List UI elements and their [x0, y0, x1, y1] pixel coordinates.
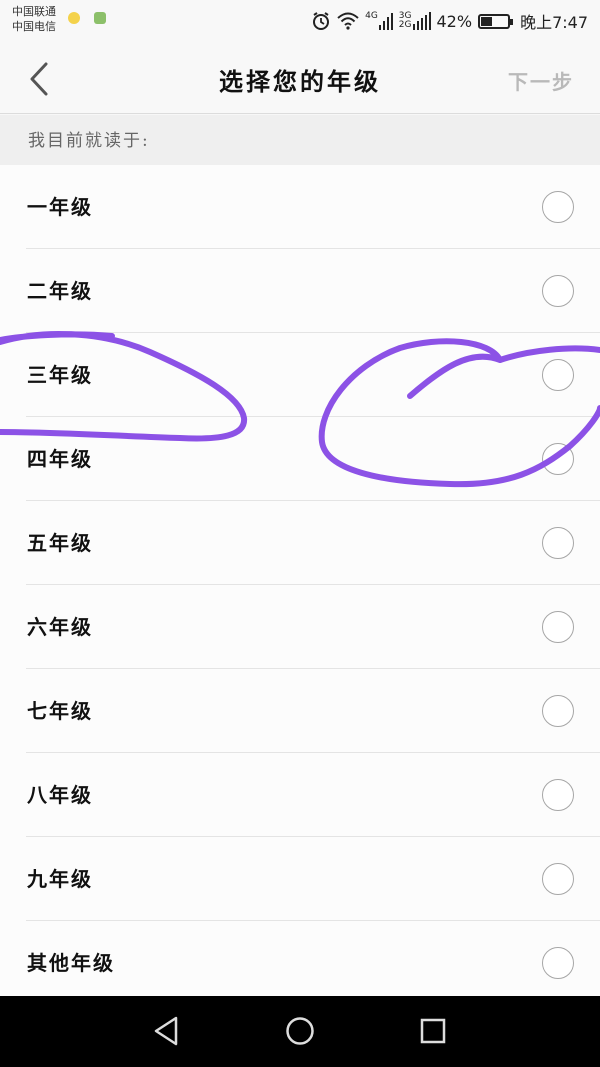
- grade-label: 一年级: [27, 195, 93, 219]
- carrier-2: 中国电信: [12, 20, 56, 33]
- nav-header: 选择您的年级 下一步: [0, 44, 600, 114]
- recents-square-icon[interactable]: [416, 1014, 450, 1048]
- wifi-icon: [337, 12, 359, 30]
- radio-button[interactable]: [542, 443, 574, 475]
- back-triangle-icon[interactable]: [150, 1014, 184, 1048]
- grade-label: 其他年级: [27, 951, 115, 975]
- grade-list: 一年级 二年级 三年级 四年级 五年级 六年级 七年级 八年级 九年级 其他年级: [0, 165, 600, 1005]
- grade-option-7[interactable]: 七年级: [0, 669, 600, 753]
- signal-icon-2: [412, 12, 431, 30]
- alarm-icon: [313, 12, 330, 30]
- radio-button[interactable]: [542, 611, 574, 643]
- grade-option-9[interactable]: 九年级: [0, 837, 600, 921]
- radio-button[interactable]: [542, 275, 574, 307]
- carrier-names: 中国联通 中国电信: [12, 4, 56, 34]
- grade-label: 九年级: [27, 867, 93, 891]
- grade-label: 二年级: [27, 279, 93, 303]
- grade-option-6[interactable]: 六年级: [0, 585, 600, 669]
- clock: 晚上7:47: [520, 13, 588, 32]
- home-circle-icon[interactable]: [283, 1014, 317, 1048]
- radio-button[interactable]: [542, 191, 574, 223]
- next-button[interactable]: 下一步: [508, 66, 574, 95]
- radio-button[interactable]: [542, 527, 574, 559]
- grade-option-5[interactable]: 五年级: [0, 501, 600, 585]
- section-caption: 我目前就读于:: [0, 115, 600, 165]
- yellow-dot-icon: [68, 12, 80, 24]
- grade-option-2[interactable]: 二年级: [0, 249, 600, 333]
- battery-icon: [478, 13, 514, 29]
- grade-label: 六年级: [27, 615, 93, 639]
- grade-label: 七年级: [27, 699, 93, 723]
- radio-button[interactable]: [542, 779, 574, 811]
- radio-button[interactable]: [542, 359, 574, 391]
- network-1-label: 4G: [365, 11, 378, 21]
- grade-option-other[interactable]: 其他年级: [0, 921, 600, 1005]
- grade-label: 五年级: [27, 531, 93, 555]
- radio-button[interactable]: [542, 947, 574, 979]
- grade-option-1[interactable]: 一年级: [0, 165, 600, 249]
- carrier-1: 中国联通: [12, 5, 56, 18]
- signal-icon: [378, 13, 393, 30]
- grade-option-4[interactable]: 四年级: [0, 417, 600, 501]
- network-2-bottom: 2G: [398, 20, 412, 30]
- grade-label: 三年级: [27, 363, 93, 387]
- grade-option-8[interactable]: 八年级: [0, 753, 600, 837]
- system-nav-bar: [0, 996, 600, 1067]
- radio-button[interactable]: [542, 695, 574, 727]
- app-notification-icon: [94, 12, 106, 24]
- radio-button[interactable]: [542, 863, 574, 895]
- grade-option-3[interactable]: 三年级: [0, 333, 600, 417]
- grade-label: 八年级: [27, 783, 93, 807]
- battery-percent: 42%: [436, 11, 473, 31]
- status-icons: 4G 3G 2G 42% 晚上7:47: [311, 8, 588, 34]
- signal-2: 3G 2G: [399, 12, 431, 30]
- network-2-label: 3G 2G: [399, 12, 412, 30]
- grade-label: 四年级: [27, 447, 93, 471]
- signal-1: 4G: [365, 12, 393, 30]
- battery-fill: [481, 16, 493, 26]
- status-bar: 中国联通 中国电信 4G 3G 2G 42% 晚上7:47: [0, 0, 600, 44]
